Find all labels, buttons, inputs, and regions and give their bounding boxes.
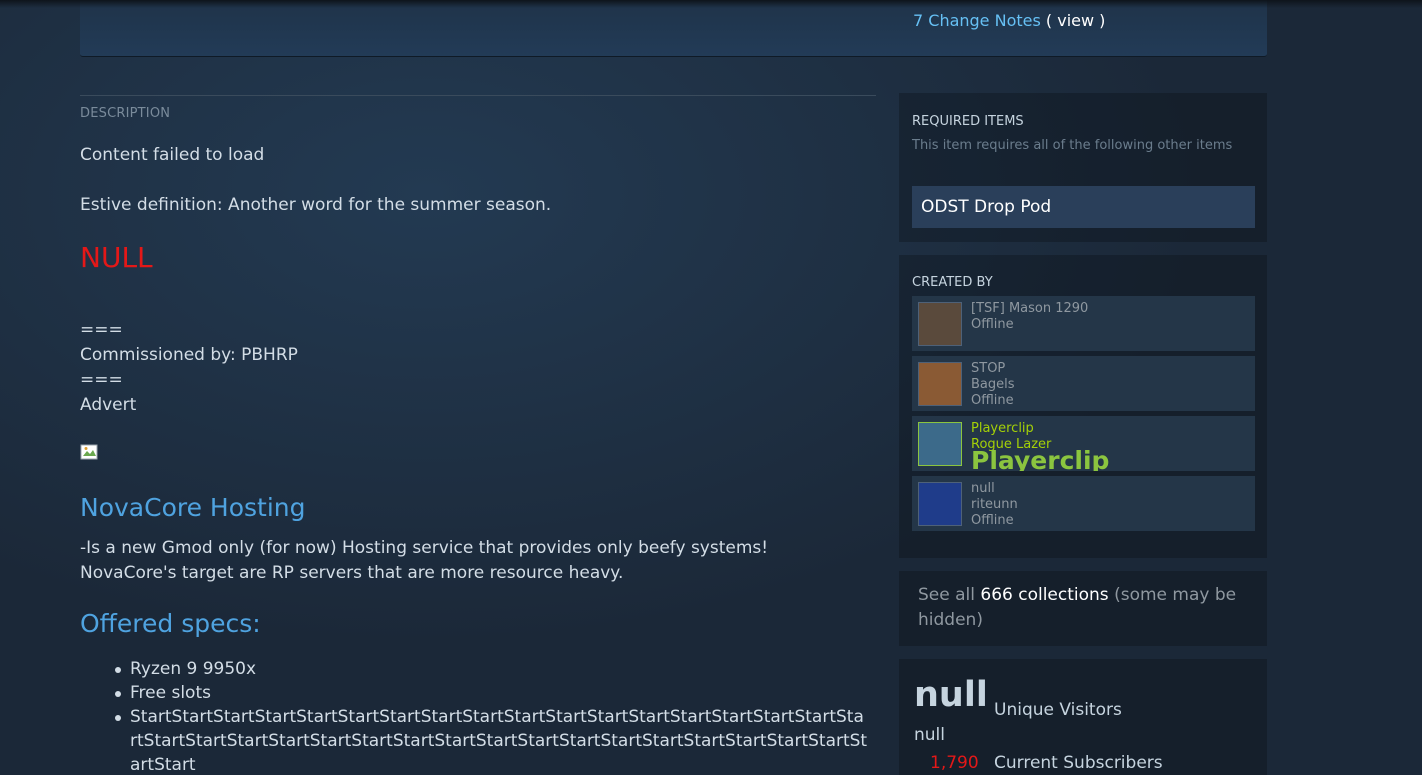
- creator-subname: riteunn: [971, 497, 1018, 512]
- broken-image-icon: [80, 444, 98, 460]
- creator-name: STOP: [971, 361, 1006, 376]
- current-subscribers-label: Current Subscribers: [994, 753, 1163, 773]
- specs-title: Offered specs:: [80, 609, 261, 638]
- collections-prefix: See all: [918, 585, 975, 605]
- null-heading: NULL: [80, 241, 153, 274]
- creator-card[interactable]: STOP Bagels Offline: [912, 356, 1255, 411]
- creator-status: Offline: [971, 513, 1014, 528]
- creator-status: Offline: [971, 317, 1014, 332]
- creator-large-name: Playerclip: [971, 446, 1110, 471]
- stats-panel: null Unique Visitors null 1,790 Current …: [899, 659, 1267, 775]
- created-by-panel: CREATED BY [TSF] Mason 1290 Offline STOP…: [899, 255, 1267, 558]
- creator-card[interactable]: null riteunn Offline: [912, 476, 1255, 531]
- creator-status: Offline: [971, 393, 1014, 408]
- description-section: DESCRIPTION Content failed to load Estiv…: [80, 95, 876, 775]
- description-line-2: Estive definition: Another word for the …: [80, 195, 552, 215]
- hosting-title: NovaCore Hosting: [80, 493, 306, 522]
- required-items-panel: REQUIRED ITEMS This item requires all of…: [899, 93, 1267, 242]
- spec-item: Ryzen 9 9950x: [115, 657, 870, 681]
- avatar[interactable]: [918, 362, 962, 406]
- extra-stat-value: null: [914, 725, 945, 745]
- top-shadow: [0, 0, 1422, 8]
- change-notes-view-link[interactable]: ( view ): [1046, 11, 1106, 30]
- required-items-subtitle: This item requires all of the following …: [912, 138, 1233, 153]
- collections-link[interactable]: 666 collections: [980, 585, 1108, 605]
- hosting-line-1: -Is a new Gmod only (for now) Hosting se…: [80, 538, 769, 558]
- unique-visitors-label: Unique Visitors: [994, 700, 1122, 720]
- required-items-title: REQUIRED ITEMS: [912, 114, 1024, 129]
- separator-1: ===: [80, 320, 123, 340]
- description-divider: [80, 95, 876, 96]
- collections-text: See all 666 collections (some may be hid…: [918, 583, 1248, 633]
- avatar[interactable]: [918, 422, 962, 466]
- spec-item: StartStartStartStartStartStartStartStart…: [115, 705, 870, 775]
- creator-name: [TSF] Mason 1290: [971, 301, 1089, 316]
- avatar[interactable]: [918, 302, 962, 346]
- change-notes-link[interactable]: 7 Change Notes: [913, 11, 1041, 30]
- creator-name: Playerclip: [971, 421, 1034, 436]
- collections-panel: See all 666 collections (some may be hid…: [899, 571, 1267, 646]
- avatar[interactable]: [918, 482, 962, 526]
- spec-item: Free slots: [115, 681, 870, 705]
- created-by-title: CREATED BY: [912, 275, 993, 290]
- change-notes: 7 Change Notes ( view ): [913, 11, 1105, 30]
- commissioned-line: Commissioned by: PBHRP: [80, 345, 298, 365]
- creator-card[interactable]: [TSF] Mason 1290 Offline: [912, 296, 1255, 351]
- creator-card[interactable]: Playerclip Rogue Lazer Playerclip: [912, 416, 1255, 471]
- advert-line: Advert: [80, 395, 137, 415]
- creator-name: null: [971, 481, 995, 496]
- description-title: DESCRIPTION: [80, 106, 171, 121]
- description-line-1: Content failed to load: [80, 145, 265, 165]
- current-subscribers-value: 1,790: [930, 753, 979, 773]
- hosting-line-2: NovaCore's target are RP servers that ar…: [80, 563, 624, 583]
- required-item-odst-drop-pod[interactable]: ODST Drop Pod: [912, 186, 1255, 228]
- creator-subname: Bagels: [971, 377, 1015, 392]
- unique-visitors-value: null: [914, 675, 988, 715]
- separator-2: ===: [80, 370, 123, 390]
- specs-list: Ryzen 9 9950x Free slots StartStartStart…: [115, 657, 870, 775]
